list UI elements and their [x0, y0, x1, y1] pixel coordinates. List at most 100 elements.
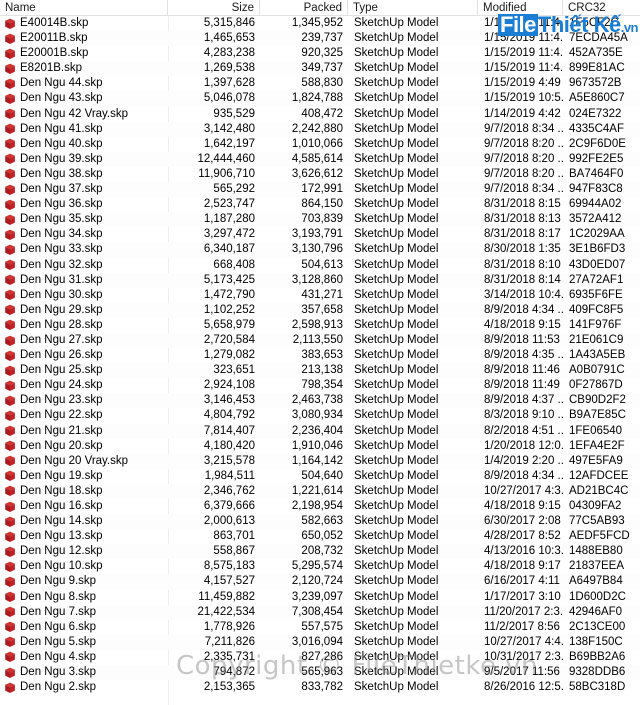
table-row[interactable]: Den Ngu 12.skp 558,867 208,732 SketchUp Mod…: [0, 544, 640, 560]
table-row[interactable]: Den Ngu 28.skp 5,658,979 2,598,913 SketchUp…: [0, 318, 640, 333]
file-name-cell[interactable]: Den Ngu 10.skp: [0, 559, 168, 574]
file-name-cell[interactable]: Den Ngu 39.skp: [0, 152, 168, 167]
table-row[interactable]: Den Ngu 8.skp 11,459,882 3,239,097 SketchUp…: [0, 590, 640, 605]
file-name-cell[interactable]: Den Ngu 8.skp: [0, 590, 168, 605]
file-name-cell[interactable]: Den Ngu 12.skp: [0, 544, 168, 559]
column-header-type[interactable]: Type: [348, 0, 478, 15]
file-name-cell[interactable]: Den Ngu 4.skp: [0, 650, 168, 665]
file-name-cell[interactable]: Den Ngu 26.skp: [0, 348, 168, 363]
file-name-cell[interactable]: Den Ngu 23.skp: [0, 393, 168, 408]
table-row[interactable]: Den Ngu 33.skp 6,340,187 3,130,796 SketchUp…: [0, 242, 640, 258]
file-name-cell[interactable]: Den Ngu 32.skp: [0, 258, 168, 273]
file-name-cell[interactable]: Den Ngu 29.skp: [0, 303, 168, 318]
file-name-cell[interactable]: Den Ngu 24.skp: [0, 378, 168, 393]
file-name-cell[interactable]: Den Ngu 35.skp: [0, 212, 168, 227]
table-row[interactable]: Den Ngu 5.skp 7,211,826 3,016,094 SketchUp …: [0, 634, 640, 650]
file-name-cell[interactable]: E40014B.skp: [0, 16, 168, 31]
file-name-cell[interactable]: Den Ngu 2.skp: [0, 680, 168, 695]
file-name-cell[interactable]: Den Ngu 31.skp: [0, 273, 168, 288]
table-row[interactable]: Den Ngu 34.skp 3,297,472 3,193,791 SketchUp…: [0, 227, 640, 242]
file-name-cell[interactable]: Den Ngu 3.skp: [0, 665, 168, 680]
table-row[interactable]: E20001B.skp 4,283,238 920,325 SketchUp Mode…: [0, 46, 640, 61]
file-name-cell[interactable]: Den Ngu 40.skp: [0, 137, 168, 152]
table-row[interactable]: Den Ngu 32.skp 668,408 504,613 SketchUp Mod…: [0, 258, 640, 273]
table-row[interactable]: Den Ngu 7.skp 21,422,534 7,308,454 SketchUp…: [0, 604, 640, 620]
file-name-cell[interactable]: Den Ngu 28.skp: [0, 318, 168, 333]
table-row[interactable]: Den Ngu 6.skp 1,778,926 557,575 SketchUp Mo…: [0, 620, 640, 635]
table-row[interactable]: Den Ngu 13.skp 863,701 650,052 SketchUp Mod…: [0, 529, 640, 544]
file-name-cell[interactable]: Den Ngu 20.skp: [0, 439, 168, 454]
table-row[interactable]: Den Ngu 23.skp 3,146,453 2,463,738 SketchUp…: [0, 393, 640, 409]
table-row[interactable]: E8201B.skp 1,269,538 349,737 SketchUp Model…: [0, 61, 640, 77]
table-row[interactable]: Den Ngu 35.skp 1,187,280 703,839 SketchUp M…: [0, 212, 640, 228]
file-name-cell[interactable]: E8201B.skp: [0, 61, 168, 76]
file-name-cell[interactable]: Den Ngu 36.skp: [0, 197, 168, 212]
column-header-crc32[interactable]: CRC32: [563, 0, 640, 15]
table-row[interactable]: E40014B.skp 5,315,846 1,345,952 SketchUp Mo…: [0, 16, 640, 31]
table-row[interactable]: Den Ngu 21.skp 7,814,407 2,236,404 SketchUp…: [0, 423, 640, 439]
file-name-cell[interactable]: E20011B.skp: [0, 31, 168, 46]
table-row[interactable]: Den Ngu 25.skp 323,651 213,138 SketchUp Mod…: [0, 363, 640, 379]
table-row[interactable]: Den Ngu 2.skp 2,153,365 833,782 SketchUp Mo…: [0, 680, 640, 695]
table-row[interactable]: Den Ngu 41.skp 3,142,480 2,242,880 SketchUp…: [0, 121, 640, 137]
file-size-cell: 5,046,078: [203, 92, 255, 105]
file-name-cell[interactable]: E20001B.skp: [0, 46, 168, 61]
table-row[interactable]: Den Ngu 40.skp 1,642,197 1,010,066 SketchUp…: [0, 137, 640, 152]
file-name-cell[interactable]: Den Ngu 9.skp: [0, 574, 168, 589]
table-row[interactable]: Den Ngu 14.skp 2,000,613 582,663 SketchUp M…: [0, 514, 640, 530]
table-row[interactable]: Den Ngu 31.skp 5,173,425 3,128,860 SketchUp…: [0, 272, 640, 288]
file-name-cell[interactable]: Den Ngu 21.skp: [0, 424, 168, 439]
file-name-cell[interactable]: Den Ngu 18.skp: [0, 484, 168, 499]
table-row[interactable]: Den Ngu 16.skp 6,379,666 2,198,954 SketchUp…: [0, 499, 640, 514]
table-row[interactable]: Den Ngu 29.skp 1,102,252 357,658 SketchUp M…: [0, 302, 640, 318]
table-row[interactable]: Den Ngu 20 Vray.skp 3,215,578 1,164,142 Ske…: [0, 453, 640, 469]
table-row[interactable]: Den Ngu 22.skp 4,804,792 3,080,934 SketchUp…: [0, 408, 640, 423]
file-name-cell[interactable]: Den Ngu 42 Vray.skp: [0, 107, 168, 122]
file-row-list[interactable]: E40014B.skp 5,315,846 1,345,952 SketchUp Mo…: [0, 16, 640, 695]
file-name-cell[interactable]: Den Ngu 7.skp: [0, 605, 168, 620]
column-header-modified[interactable]: Modified: [478, 0, 563, 15]
file-name-cell[interactable]: Den Ngu 6.skp: [0, 620, 168, 635]
column-header-name[interactable]: Name: [0, 0, 168, 15]
table-row[interactable]: Den Ngu 26.skp 1,279,082 383,653 SketchUp M…: [0, 348, 640, 363]
file-name-cell[interactable]: Den Ngu 25.skp: [0, 363, 168, 378]
file-name-cell[interactable]: Den Ngu 41.skp: [0, 122, 168, 137]
file-name-cell[interactable]: Den Ngu 27.skp: [0, 333, 168, 348]
table-row[interactable]: Den Ngu 10.skp 8,575,183 5,295,574 SketchUp…: [0, 559, 640, 574]
file-name-cell[interactable]: Den Ngu 22.skp: [0, 408, 168, 423]
table-row[interactable]: Den Ngu 42 Vray.skp 935,529 408,472 SketchU…: [0, 107, 640, 122]
file-name-cell[interactable]: Den Ngu 16.skp: [0, 499, 168, 514]
table-row[interactable]: Den Ngu 38.skp 11,906,710 3,626,612 SketchU…: [0, 167, 640, 182]
table-row[interactable]: Den Ngu 36.skp 2,523,747 864,150 SketchUp M…: [0, 197, 640, 212]
table-row[interactable]: Den Ngu 19.skp 1,984,511 504,640 SketchUp M…: [0, 469, 640, 484]
file-list-pane[interactable]: Name Size Packed Type Modified CRC32 E40…: [0, 0, 640, 705]
file-name-cell[interactable]: Den Ngu 37.skp: [0, 182, 168, 197]
file-name-cell[interactable]: Den Ngu 20 Vray.skp: [0, 454, 168, 469]
file-name-cell[interactable]: Den Ngu 43.skp: [0, 91, 168, 106]
file-name-cell[interactable]: Den Ngu 5.skp: [0, 635, 168, 650]
table-row[interactable]: Den Ngu 9.skp 4,157,527 2,120,724 SketchUp …: [0, 574, 640, 590]
file-name-cell[interactable]: Den Ngu 13.skp: [0, 529, 168, 544]
table-row[interactable]: Den Ngu 27.skp 2,720,584 2,113,550 SketchUp…: [0, 332, 640, 349]
column-header-size[interactable]: Size: [168, 0, 260, 15]
file-name-cell[interactable]: Den Ngu 38.skp: [0, 167, 168, 182]
table-row[interactable]: Den Ngu 20.skp 4,180,420 1,910,046 SketchUp…: [0, 439, 640, 454]
table-row[interactable]: Den Ngu 30.skp 1,472,790 431,271 SketchUp M…: [0, 288, 640, 303]
table-row[interactable]: Den Ngu 4.skp 2,335,731 827,286 SketchUp Mo…: [0, 650, 640, 665]
table-row[interactable]: Den Ngu 44.skp 1,397,628 588,830 SketchUp M…: [0, 76, 640, 91]
file-name-cell[interactable]: Den Ngu 14.skp: [0, 514, 168, 529]
table-row[interactable]: Den Ngu 3.skp 794,872 565,963 SketchUp Mode…: [0, 665, 640, 681]
file-name-cell[interactable]: Den Ngu 19.skp: [0, 469, 168, 484]
file-name-cell[interactable]: Den Ngu 33.skp: [0, 242, 168, 257]
column-header-packed[interactable]: Packed: [260, 0, 348, 15]
column-header-row[interactable]: Name Size Packed Type Modified CRC32: [0, 0, 640, 16]
file-name-cell[interactable]: Den Ngu 34.skp: [0, 227, 168, 242]
file-name-cell[interactable]: Den Ngu 30.skp: [0, 288, 168, 303]
table-row[interactable]: Den Ngu 24.skp 2,924,108 798,354 SketchUp M…: [0, 378, 640, 393]
table-row[interactable]: E20011B.skp 1,465,653 239,737 SketchUp Mode…: [0, 31, 640, 47]
file-name-cell[interactable]: Den Ngu 44.skp: [0, 76, 168, 91]
table-row[interactable]: Den Ngu 18.skp 2,346,762 1,221,614 SketchUp…: [0, 483, 640, 499]
table-row[interactable]: Den Ngu 43.skp 5,046,078 1,824,788 SketchUp…: [0, 91, 640, 107]
table-row[interactable]: Den Ngu 37.skp 565,292 172,991 SketchUp Mod…: [0, 182, 640, 198]
table-row[interactable]: Den Ngu 39.skp 12,444,460 4,585,614 SketchU…: [0, 151, 640, 167]
